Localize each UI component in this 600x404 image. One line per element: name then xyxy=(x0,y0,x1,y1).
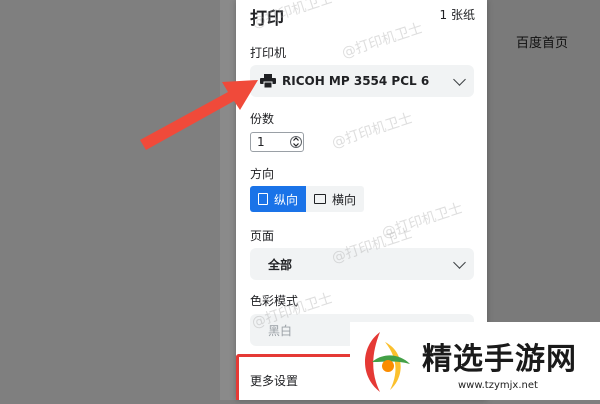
logo-mark-icon xyxy=(365,332,410,392)
brand-name: 精选手游网 xyxy=(422,342,577,377)
site-logo: 精选手游网 www.tzymjx.net xyxy=(350,322,600,400)
brand-url: www.tzymjx.net xyxy=(458,380,538,391)
